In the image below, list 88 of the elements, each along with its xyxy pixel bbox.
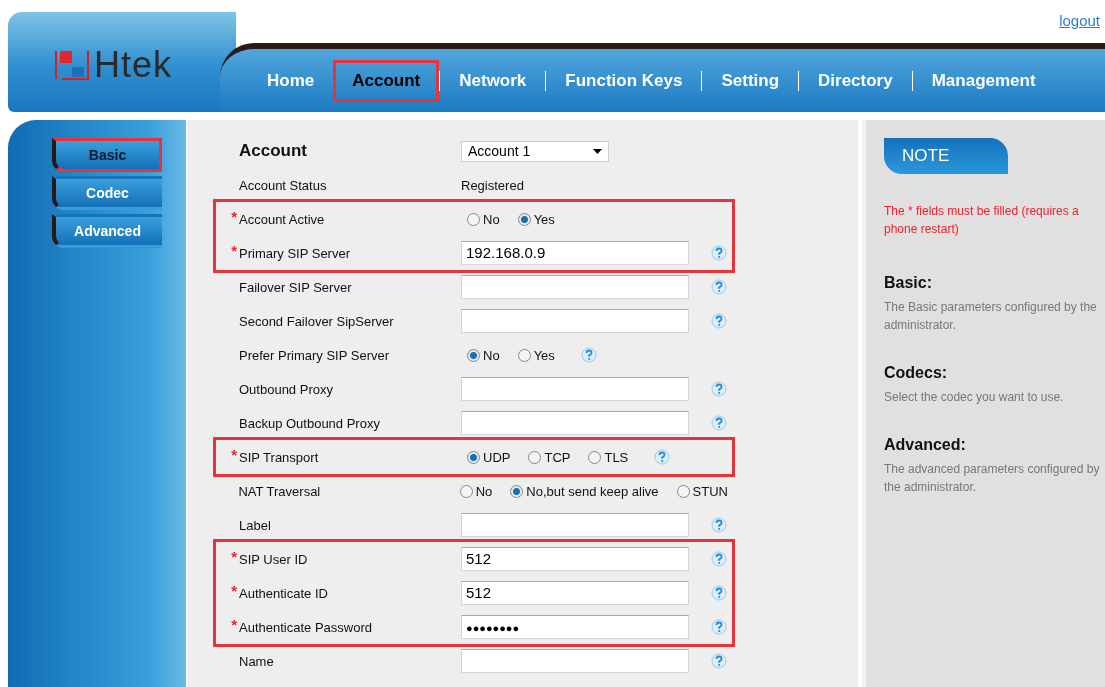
radio-label: STUN <box>692 483 728 499</box>
help-icon[interactable] <box>711 381 727 397</box>
input-field[interactable] <box>461 275 689 299</box>
radio-label: No <box>483 211 500 227</box>
caret-icon <box>593 148 602 154</box>
note-heading: Codecs: <box>884 364 949 382</box>
nav-tab[interactable]: Management <box>912 59 1055 102</box>
required-mark: * <box>231 446 237 463</box>
help-icon[interactable] <box>654 449 671 465</box>
field-label: Account Active <box>239 211 326 227</box>
nav-tab[interactable]: Home <box>248 59 334 102</box>
sidebar-tab[interactable]: Advanced <box>52 214 162 248</box>
help-icon[interactable] <box>711 585 727 601</box>
help-icon[interactable] <box>580 347 597 363</box>
radio-button[interactable] <box>467 348 480 362</box>
radio-label: No <box>483 347 500 363</box>
field-label: Account <box>239 141 308 161</box>
warning-text: The * fields must be filled (requires a phone restart) <box>884 203 1080 238</box>
field-label: SIP User ID <box>239 551 309 567</box>
field-label: Authenticate Password <box>239 619 373 635</box>
help-icon[interactable] <box>711 551 727 567</box>
radio-label: No,but send keep alive <box>526 483 659 499</box>
help-icon[interactable] <box>711 653 727 669</box>
radio-button[interactable] <box>467 450 480 464</box>
radio-label: UDP <box>483 449 511 465</box>
radio-label: TLS <box>604 449 629 465</box>
input-field[interactable]: 512 <box>461 547 689 571</box>
note-text: The Basic parameters configured by the administrator. <box>884 299 1098 334</box>
field-label: Prefer Primary SIP Server <box>239 347 391 363</box>
required-mark: * <box>231 548 237 565</box>
required-mark: * <box>231 242 237 259</box>
logo-text: Htek <box>94 44 173 86</box>
radio-button[interactable] <box>676 484 690 498</box>
field-label: NAT Traversal <box>238 483 322 499</box>
input-field[interactable]: ●●●●●●●● <box>461 615 689 639</box>
radio-label: TCP <box>544 449 571 465</box>
sidebar-tab[interactable]: Basic <box>52 138 162 172</box>
help-icon[interactable] <box>711 245 727 261</box>
field-label: Account Status <box>239 177 328 193</box>
input-field[interactable] <box>461 377 689 401</box>
help-icon[interactable] <box>711 279 727 295</box>
logo-icon <box>54 49 90 81</box>
input-field[interactable]: 192.168.0.9 <box>461 241 689 265</box>
field-label: Authenticate ID <box>239 585 329 601</box>
nav-tab[interactable]: Account <box>333 59 440 102</box>
radio-button[interactable] <box>588 450 602 464</box>
input-field[interactable] <box>461 649 689 673</box>
nav-tab[interactable]: Setting <box>702 59 799 102</box>
required-mark: * <box>231 616 237 633</box>
field-label: Outbound Proxy <box>239 381 334 397</box>
sidebar-tab[interactable]: Codec <box>52 176 162 210</box>
radio-button[interactable] <box>517 212 531 226</box>
logout-link[interactable]: logout <box>1059 12 1100 29</box>
radio-button[interactable] <box>459 484 473 498</box>
field-label: Failover SIP Server <box>239 279 353 295</box>
input-field[interactable] <box>461 309 689 333</box>
radio-label: No <box>475 483 493 499</box>
radio-label: Yes <box>533 211 555 227</box>
radio-button[interactable] <box>467 212 480 226</box>
input-field[interactable] <box>461 411 689 435</box>
field-label: Second Failover SipServer <box>239 313 395 329</box>
field-label: SIP Transport <box>239 449 320 465</box>
required-mark: * <box>231 208 237 225</box>
field-label: Name <box>239 653 275 669</box>
radio-label: Yes <box>533 347 555 363</box>
nav-tab[interactable]: Network <box>440 59 546 102</box>
account-select[interactable]: Account 1 <box>461 140 609 162</box>
help-icon[interactable] <box>711 517 727 533</box>
input-field[interactable] <box>461 513 689 537</box>
field-label: Primary SIP Server <box>239 245 351 261</box>
note-heading: Advanced: <box>884 436 967 454</box>
input-field[interactable]: 512 <box>461 581 689 605</box>
field-label: Backup Outbound Proxy <box>239 415 381 431</box>
nav-tab[interactable]: Function Keys <box>546 59 702 102</box>
radio-button[interactable] <box>517 348 531 362</box>
note-text: The advanced parameters configured by the administrator. <box>884 461 1101 496</box>
field-label: Label <box>239 517 272 533</box>
help-icon[interactable] <box>711 415 727 431</box>
nav-tab[interactable]: Directory <box>799 59 912 102</box>
note-text: Select the codec you want to use. <box>884 389 1065 406</box>
radio-button[interactable] <box>528 450 542 464</box>
help-icon[interactable] <box>711 313 727 329</box>
note-heading: Basic: <box>884 274 934 292</box>
help-icon[interactable] <box>711 619 727 635</box>
note-title: NOTE <box>884 138 1008 174</box>
required-mark: * <box>231 582 237 599</box>
radio-button[interactable] <box>510 484 524 498</box>
status-value: Registered <box>461 177 524 193</box>
